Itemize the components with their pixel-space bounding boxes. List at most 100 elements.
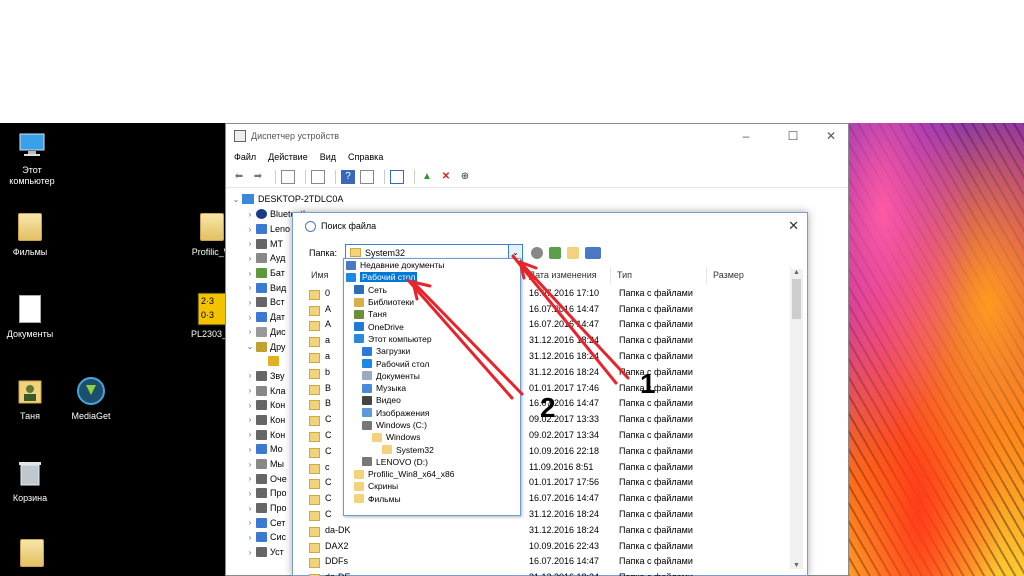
maximize-button[interactable]: ☐ (778, 128, 808, 144)
tree-root[interactable]: ⌄ DESKTOP-2TDLC0A (230, 192, 343, 206)
scroll-down-icon[interactable]: ▼ (790, 562, 803, 569)
column-size[interactable]: Размер (707, 267, 791, 283)
menubar: Файл Действие Вид Справка (226, 148, 848, 166)
dialog-close-button[interactable]: ✕ (788, 218, 799, 234)
chevron-right-icon[interactable]: › (244, 460, 256, 469)
chevron-right-icon[interactable]: › (244, 430, 256, 439)
desktop-icon-recycle-bin[interactable]: Корзина (0, 457, 62, 504)
chevron-right-icon[interactable]: › (244, 283, 256, 292)
chevron-right-icon[interactable]: › (244, 504, 256, 513)
chevron-right-icon[interactable]: › (244, 239, 256, 248)
desktop-icon-mediaget[interactable]: MediaGet (59, 375, 123, 422)
chevron-right-icon[interactable]: › (244, 548, 256, 557)
uninstall-icon[interactable]: ✕ (439, 170, 453, 184)
chevron-right-icon[interactable]: › (244, 401, 256, 410)
help-icon[interactable]: ? (341, 169, 355, 184)
chevron-right-icon[interactable]: › (244, 269, 256, 278)
dropdown-item[interactable]: Изображения (344, 407, 520, 419)
dropdown-item[interactable]: System32 (344, 443, 520, 455)
file-row[interactable]: DAX2 10.09.2016 22:43 Папка с файлами (305, 538, 789, 554)
back-icon[interactable]: ⬅ (232, 170, 246, 184)
monitor-icon (256, 444, 267, 455)
list-icon[interactable] (311, 169, 325, 184)
dropdown-item[interactable]: Библиотеки (344, 296, 520, 308)
file-date: 31.12.2016 18:24 (529, 351, 600, 362)
scroll-up-icon[interactable]: ▲ (790, 269, 803, 276)
chevron-right-icon[interactable]: › (244, 371, 256, 380)
desktop-icon-documents[interactable]: Документы (0, 293, 62, 340)
controller-icon (256, 414, 267, 425)
dropdown-item[interactable]: Музыка (344, 382, 520, 394)
vertical-scrollbar[interactable]: ▲ ▼ (790, 269, 803, 569)
menu-file[interactable]: Файл (234, 152, 256, 162)
chevron-right-icon[interactable]: › (244, 518, 256, 527)
dropdown-item[interactable]: Windows (C:) (344, 419, 520, 431)
dropdown-item[interactable]: Загрузки (344, 345, 520, 357)
dropdown-item[interactable]: Фильмы (344, 493, 520, 505)
dropdown-item[interactable]: Этот компьютер (344, 333, 520, 345)
chevron-right-icon[interactable]: › (244, 225, 256, 234)
download-icon[interactable]: ⊕ (458, 170, 472, 184)
chevron-right-icon[interactable]: › (244, 386, 256, 395)
dropdown-item[interactable]: LENOVO (D:) (344, 456, 520, 468)
dropdown-item[interactable]: OneDrive (344, 320, 520, 332)
chevron-down-icon[interactable]: ⌄ (244, 342, 256, 351)
back-icon[interactable] (531, 246, 543, 259)
dropdown-item[interactable]: Таня (344, 308, 520, 320)
desktop-icon-this-pc[interactable]: Этот компьютер (0, 129, 64, 187)
chevron-right-icon[interactable]: › (244, 415, 256, 424)
forward-icon[interactable]: ➡ (251, 170, 265, 184)
dropdown-item[interactable]: Видео (344, 394, 520, 406)
chevron-right-icon[interactable]: › (244, 489, 256, 498)
menu-view[interactable]: Вид (320, 152, 336, 162)
monitor-icon[interactable] (390, 169, 404, 184)
file-row[interactable]: da-DK 31.12.2016 18:24 Папка с файлами (305, 522, 789, 538)
desktop-icon-tanya[interactable]: Таня (0, 375, 62, 422)
file-name: C (325, 509, 332, 520)
computer-icon (17, 129, 47, 161)
properties-icon[interactable] (281, 169, 295, 184)
minimize-button[interactable]: – (731, 128, 761, 144)
tree-item-label: Кла (270, 385, 286, 396)
libraries-icon (354, 297, 364, 307)
dropdown-item[interactable]: Windows (344, 431, 520, 443)
chevron-right-icon[interactable]: › (244, 210, 256, 219)
dropdown-item[interactable]: Рабочий стол (344, 357, 520, 369)
desktop-icon-partial[interactable] (0, 537, 64, 573)
column-type[interactable]: Тип (611, 267, 707, 283)
menu-action[interactable]: Действие (268, 152, 308, 162)
desktop-icon-films[interactable]: Фильмы (0, 211, 62, 258)
update-icon[interactable] (360, 169, 374, 184)
chevron-right-icon[interactable]: › (244, 445, 256, 454)
file-name: 0 (325, 287, 331, 298)
chevron-right-icon[interactable]: › (244, 533, 256, 542)
new-folder-icon[interactable] (567, 246, 579, 259)
up-folder-icon[interactable] (549, 246, 561, 259)
chevron-right-icon[interactable]: › (244, 474, 256, 483)
dropdown-item[interactable]: Документы (344, 370, 520, 382)
file-row[interactable]: DDFs 16.07.2016 14:47 Папка с файлами (305, 554, 789, 570)
dropdown-item[interactable]: Сеть (344, 284, 520, 296)
menu-help[interactable]: Справка (348, 152, 383, 162)
file-name: a (325, 335, 331, 346)
dropdown-item[interactable]: Недавние документы (344, 259, 520, 271)
controller-icon (256, 400, 267, 411)
dropdown-item[interactable]: Profilic_Win8_x64_x86 (344, 468, 520, 480)
enable-device-icon[interactable]: ▲ (420, 170, 434, 184)
file-name: b (325, 366, 331, 377)
file-row[interactable]: de-DE 31.12.2016 18:24Папка с файлами (305, 569, 789, 576)
chevron-right-icon[interactable]: › (244, 298, 256, 307)
scrollbar-thumb[interactable] (792, 279, 801, 319)
file-type: Папка с файлами (619, 335, 693, 346)
chevron-right-icon[interactable]: › (244, 313, 256, 322)
chevron-right-icon[interactable]: › (244, 327, 256, 336)
column-date[interactable]: Дата изменения (515, 267, 611, 283)
dropdown-item[interactable]: Рабочий стол (344, 271, 520, 283)
chevron-right-icon[interactable]: › (244, 254, 256, 263)
chevron-down-icon[interactable]: ⌄ (230, 195, 242, 204)
close-button[interactable]: ✕ (816, 128, 846, 144)
dropdown-item[interactable]: Скрины (344, 480, 520, 492)
dialog-titlebar: Поиск файла (293, 213, 807, 239)
view-menu-icon[interactable] (585, 246, 601, 259)
folder-icon (309, 432, 320, 443)
